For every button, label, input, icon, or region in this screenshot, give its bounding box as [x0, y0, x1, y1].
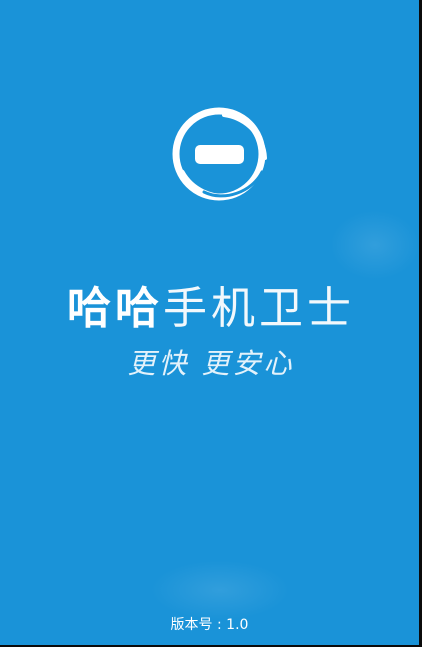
shield-minus-logo-icon — [172, 107, 267, 201]
background-glow — [150, 560, 290, 620]
slogan: 更快 更安心 — [127, 347, 295, 380]
splash-screen: 哈哈手机卫士 更快 更安心 版本号 : 1.0 — [0, 0, 419, 645]
version-label: 版本号 : 1.0 — [170, 617, 249, 633]
app-name-product: 手机卫士 — [163, 283, 355, 334]
background-glow — [330, 210, 419, 280]
app-name: 哈哈手机卫士 — [0, 280, 419, 338]
app-name-brand: 哈哈 — [67, 283, 163, 334]
